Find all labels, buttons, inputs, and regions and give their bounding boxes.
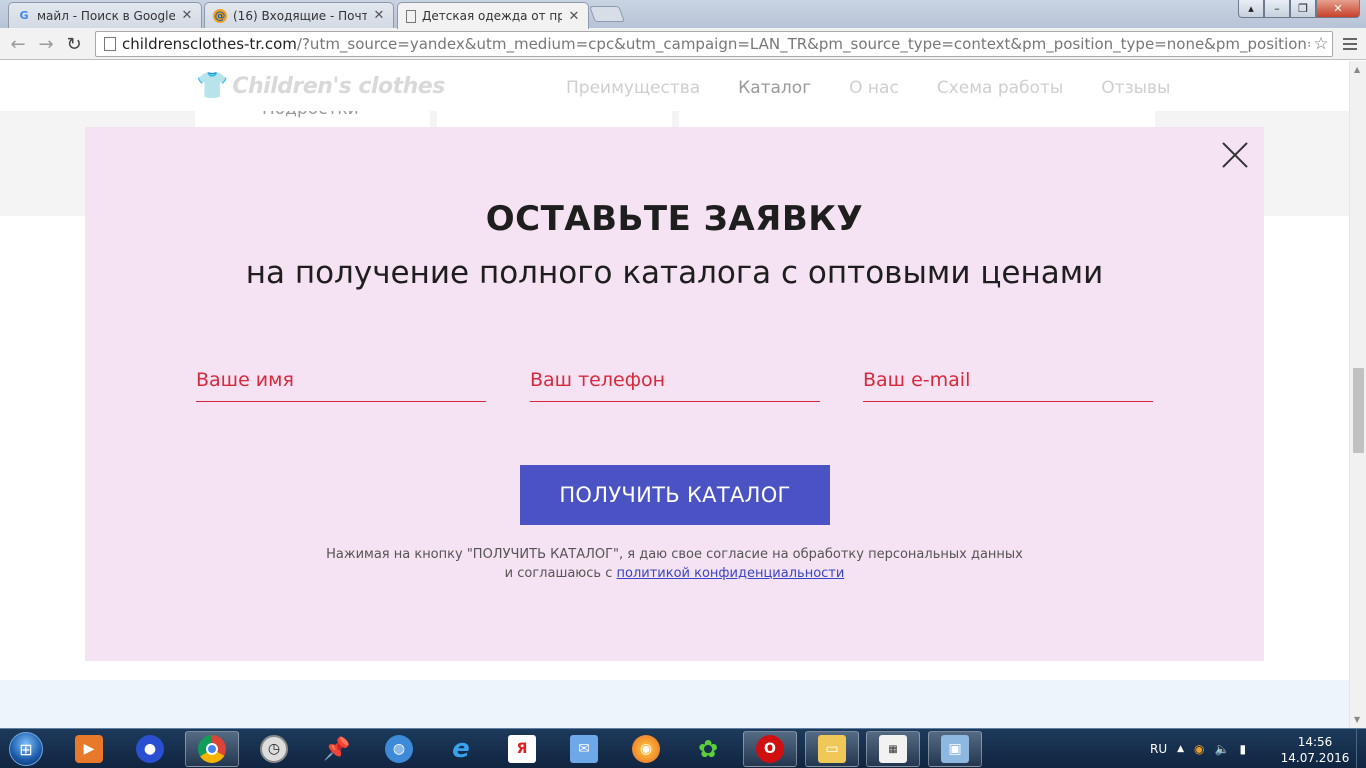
tab-title: майл - Поиск в Google bbox=[37, 8, 175, 23]
page-scrollbar[interactable]: ▲ ▼ bbox=[1349, 61, 1366, 728]
catalog-request-modal: ОСТАВЬТЕ ЗАЯВКУ на получение полного кат… bbox=[85, 127, 1264, 661]
tab-mail-inbox[interactable]: @ (16) Входящие - Почта M ✕ bbox=[204, 2, 394, 28]
opera-icon[interactable]: O bbox=[743, 731, 797, 767]
minimize-icon: – bbox=[1274, 2, 1280, 15]
icq-icon[interactable]: ✿ bbox=[681, 731, 735, 767]
tab-title: (16) Входящие - Почта M bbox=[233, 8, 367, 23]
tab-title: Детская одежда от прои bbox=[422, 9, 562, 23]
email-field bbox=[863, 360, 1153, 402]
page-icon bbox=[406, 9, 416, 23]
logo-text: Children's clothes bbox=[232, 73, 445, 99]
site-header: 👕 Children's clothes Преимущества Катало… bbox=[0, 61, 1349, 111]
close-tab-icon[interactable]: ✕ bbox=[568, 9, 580, 24]
user-icon: ▴ bbox=[1248, 2, 1254, 15]
address-bar[interactable]: childrensclothes-tr.com/?utm_source=yand… bbox=[95, 31, 1333, 57]
firefox-icon[interactable]: ◉ bbox=[619, 731, 673, 767]
new-tab-button[interactable] bbox=[589, 6, 625, 22]
user-profile-button[interactable]: ▴ bbox=[1238, 0, 1264, 18]
calendar-icon[interactable]: ▦ bbox=[866, 731, 920, 767]
page-viewport: Подростки 👕 Children's clothes Преимущес… bbox=[0, 61, 1349, 728]
modal-title: ОСТАВЬТЕ ЗАЯВКУ bbox=[485, 199, 864, 239]
system-tray: RU ▲ ◉ 🔈 ▮ bbox=[1150, 729, 1246, 768]
clock-date: 14.07.2016 bbox=[1280, 751, 1350, 765]
page-icon bbox=[104, 37, 116, 51]
forward-button[interactable]: → bbox=[34, 32, 58, 56]
google-icon: G bbox=[19, 9, 29, 22]
tshirt-icon: 👕 bbox=[196, 71, 229, 101]
arrow-left-icon: ← bbox=[10, 33, 26, 55]
internet-explorer-icon[interactable]: e bbox=[434, 731, 488, 767]
scroll-up-icon[interactable]: ▲ bbox=[1354, 65, 1360, 74]
mail-tray-icon[interactable]: ◉ bbox=[1194, 742, 1204, 756]
site-nav: Преимущества Каталог О нас Схема работы … bbox=[566, 78, 1170, 98]
nav-item-reviews[interactable]: Отзывы bbox=[1101, 78, 1170, 98]
browser-tab-strip: G майл - Поиск в Google ✕ @ (16) Входящи… bbox=[0, 0, 1366, 29]
globe-icon[interactable]: ◍ bbox=[372, 731, 426, 767]
consent-line-1: Нажимая на кнопку "ПОЛУЧИТЬ КАТАЛОГ", я … bbox=[326, 547, 1023, 562]
reload-button[interactable]: ↻ bbox=[62, 32, 86, 56]
browser-toolbar: ← → ↻ childrensclothes-tr.com/?utm_sourc… bbox=[0, 28, 1366, 60]
footer-section bbox=[0, 680, 1349, 728]
close-tab-icon[interactable]: ✕ bbox=[181, 8, 193, 23]
show-hidden-icons-icon[interactable]: ▲ bbox=[1177, 744, 1184, 754]
email-input[interactable] bbox=[863, 360, 1153, 400]
tab-google-search[interactable]: G майл - Поиск в Google ✕ bbox=[8, 2, 202, 28]
url-path: /?utm_source=yandex&utm_medium=cpc&utm_c… bbox=[296, 35, 1310, 53]
user-icon[interactable]: ● bbox=[123, 731, 177, 767]
system-clock[interactable]: 14:56 14.07.2016 bbox=[1280, 734, 1350, 766]
control-panel-icon[interactable]: ▣ bbox=[928, 731, 982, 767]
windows-taskbar: ⊞ ▶ ● ◷ 📌 ◍ e Я ✉ ◉ ✿ O ▭ ▦ ▣ RU ▲ ◉ 🔈 ▮… bbox=[0, 728, 1366, 768]
url-host: childrensclothes-tr.com bbox=[122, 35, 297, 53]
folder-icon[interactable]: ▭ bbox=[805, 731, 859, 767]
back-button[interactable]: ← bbox=[6, 32, 30, 56]
show-desktop-button[interactable] bbox=[1356, 729, 1366, 768]
nav-item-about[interactable]: О нас bbox=[849, 78, 899, 98]
chrome-menu-button[interactable] bbox=[1340, 34, 1360, 54]
modal-subtitle: на получение полного каталога с оптовыми… bbox=[245, 255, 1104, 291]
tab-childrens-clothes[interactable]: Детская одежда от прои ✕ bbox=[397, 2, 589, 29]
consent-prefix: и соглашаюсь с bbox=[504, 566, 617, 581]
name-input[interactable] bbox=[196, 360, 486, 400]
reload-icon: ↻ bbox=[66, 33, 82, 55]
nav-item-catalog[interactable]: Каталог bbox=[738, 78, 811, 98]
pushpin-icon[interactable]: 📌 bbox=[310, 731, 364, 767]
url-text[interactable]: childrensclothes-tr.com/?utm_source=yand… bbox=[122, 35, 1310, 53]
mail-icon: @ bbox=[213, 8, 227, 23]
scrollbar-thumb[interactable] bbox=[1353, 368, 1364, 453]
close-window-button[interactable]: ✕ bbox=[1316, 0, 1360, 18]
bookmark-star-icon[interactable]: ☆ bbox=[1310, 34, 1332, 54]
close-icon[interactable] bbox=[1222, 142, 1248, 168]
phone-field bbox=[530, 360, 820, 402]
chrome-icon[interactable] bbox=[185, 731, 239, 767]
network-icon[interactable]: ▮ bbox=[1239, 742, 1246, 756]
window-controls: ▴ – ❐ ✕ bbox=[1238, 0, 1360, 18]
privacy-policy-link[interactable]: политикой конфиденциальности bbox=[616, 566, 844, 581]
maximize-button[interactable]: ❐ bbox=[1290, 0, 1316, 18]
get-catalog-button[interactable]: ПОЛУЧИТЬ КАТАЛОГ bbox=[520, 465, 830, 525]
volume-icon[interactable]: 🔈 bbox=[1215, 742, 1230, 756]
close-tab-icon[interactable]: ✕ bbox=[373, 8, 385, 23]
yandex-icon[interactable]: Я bbox=[495, 731, 549, 767]
media-player-icon[interactable]: ▶ bbox=[62, 731, 116, 767]
nav-item-advantages[interactable]: Преимущества bbox=[566, 78, 700, 98]
arrow-right-icon: → bbox=[38, 33, 54, 55]
restore-icon: ❐ bbox=[1298, 2, 1308, 15]
minimize-button[interactable]: – bbox=[1264, 0, 1290, 18]
nav-item-workflow[interactable]: Схема работы bbox=[937, 78, 1063, 98]
consent-text: Нажимая на кнопку "ПОЛУЧИТЬ КАТАЛОГ", я … bbox=[85, 545, 1264, 583]
consent-line-2: и соглашаюсь с политикой конфиденциально… bbox=[85, 564, 1264, 583]
close-icon: ✕ bbox=[1333, 2, 1343, 15]
site-logo[interactable]: 👕 Children's clothes bbox=[196, 71, 445, 101]
clock-icon[interactable]: ◷ bbox=[247, 731, 301, 767]
scroll-down-icon[interactable]: ▼ bbox=[1354, 715, 1360, 724]
name-field bbox=[196, 360, 486, 402]
mail-icon[interactable]: ✉ bbox=[557, 731, 611, 767]
clock-time: 14:56 bbox=[1297, 735, 1333, 749]
phone-input[interactable] bbox=[530, 360, 820, 400]
language-indicator[interactable]: RU bbox=[1150, 742, 1167, 756]
start-button[interactable]: ⊞ bbox=[4, 730, 48, 768]
windows-logo-icon: ⊞ bbox=[9, 732, 43, 766]
